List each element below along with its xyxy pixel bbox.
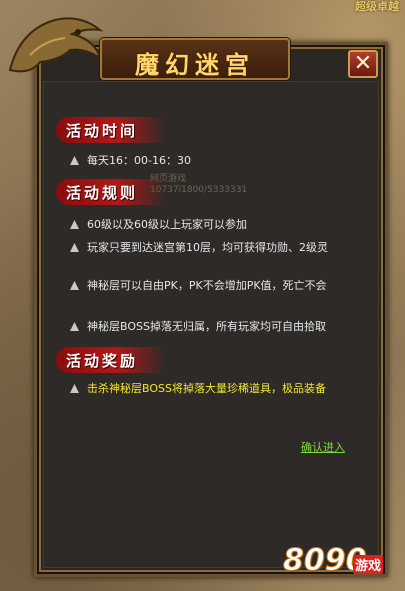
list-item: 60级以及60级以上玩家可以参加 <box>70 216 247 232</box>
bullet-icon <box>70 281 79 290</box>
bullet-icon <box>70 156 79 165</box>
corner-text: 超级卓越 <box>355 0 399 13</box>
section-heading-time: 活动时间 <box>56 117 176 143</box>
section-heading-rewards: 活动奖励 <box>56 347 176 373</box>
dialog-title: 魔幻迷宫 <box>135 51 255 79</box>
list-item: 每天16：00-16：30 <box>70 152 191 168</box>
title-plate: 魔幻迷宫 <box>100 38 290 80</box>
close-button[interactable]: ✕ <box>348 50 378 78</box>
close-icon: ✕ <box>353 51 373 76</box>
bullet-icon <box>70 243 79 252</box>
bullet-icon <box>70 384 79 393</box>
site-logo: 8090 游戏 <box>283 543 384 579</box>
confirm-enter-link[interactable]: 确认进入 <box>301 439 345 455</box>
section-heading-rules: 活动规则 <box>56 179 176 205</box>
list-item: 神秘层可以自由PK，PK不会增加PK值，死亡不会 <box>70 277 327 293</box>
list-item: 神秘层BOSS掉落无归属，所有玩家均可自由拾取 <box>70 318 326 334</box>
list-item: 击杀神秘层BOSS将掉落大量珍稀道具，极品装备 <box>70 380 326 396</box>
bullet-icon <box>70 220 79 229</box>
list-item: 玩家只要到达迷宫第10层，均可获得功勋、2级灵 <box>70 239 328 255</box>
bullet-icon <box>70 322 79 331</box>
